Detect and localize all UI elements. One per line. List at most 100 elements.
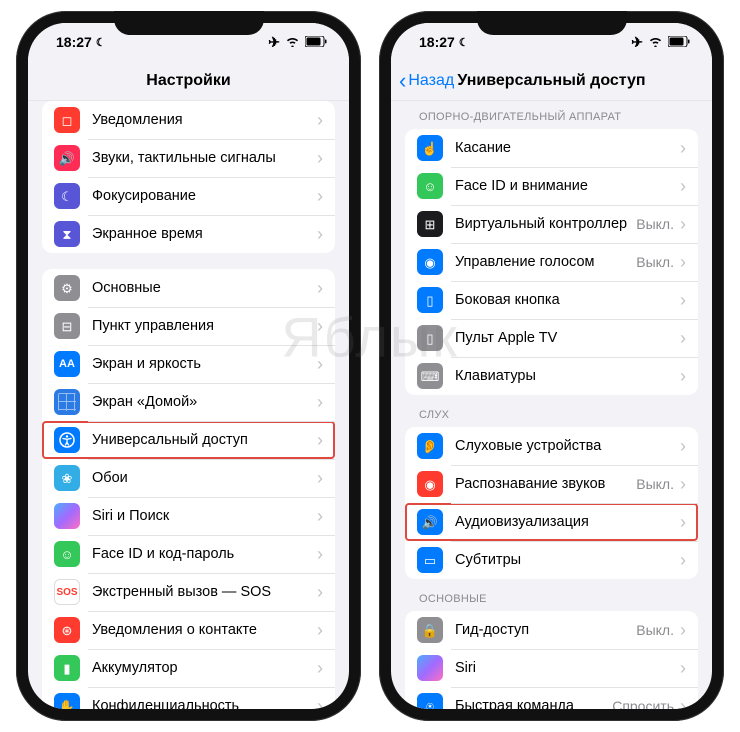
guided-access-icon: 🔒 — [417, 617, 443, 643]
airplane-icon: ✈ — [631, 34, 643, 51]
audio-visual-icon: 🔊 — [417, 509, 443, 535]
settings-group-2: ⚙ Основные › ⊟ Пункт управления › AA Экр… — [42, 269, 335, 709]
row-switch-control[interactable]: ⊞ Виртуальный контроллер Выкл. › — [405, 205, 698, 243]
row-label: Face ID и внимание — [455, 178, 680, 194]
chevron-right-icon: › — [317, 354, 323, 375]
row-value: Спросить — [612, 698, 674, 709]
chevron-right-icon: › — [317, 658, 323, 679]
row-label: Экранное время — [92, 226, 317, 242]
row-battery[interactable]: ▮ Аккумулятор › — [42, 649, 335, 687]
row-focus[interactable]: ☾ Фокусирование › — [42, 177, 335, 215]
row-label: Универсальный доступ — [92, 432, 317, 448]
row-touch[interactable]: ☝ Касание › — [405, 129, 698, 167]
row-notifications[interactable]: ◻ Уведомления › — [42, 101, 335, 139]
flower-icon: ❀ — [54, 465, 80, 491]
row-label: Пункт управления — [92, 318, 317, 334]
row-label: Гид-доступ — [455, 622, 636, 638]
row-accessibility[interactable]: Универсальный доступ › — [42, 421, 335, 459]
switch-icon: ⊞ — [417, 211, 443, 237]
back-button[interactable]: ‹ Назад — [399, 70, 454, 92]
group-hearing: 👂 Слуховые устройства › ◉ Распознавание … — [405, 427, 698, 579]
row-label: Пульт Apple TV — [455, 330, 680, 346]
faceid-icon: ☺ — [417, 173, 443, 199]
row-label: Боковая кнопка — [455, 292, 680, 308]
remote-icon: ▯ — [417, 325, 443, 351]
row-display[interactable]: AA Экран и яркость › — [42, 345, 335, 383]
speaker-icon: 🔊 — [54, 145, 80, 171]
row-label: Face ID и код-пароль — [92, 546, 317, 562]
chevron-right-icon: › — [680, 436, 686, 457]
wifi-icon — [285, 34, 300, 50]
row-audio-visual[interactable]: 🔊 Аудиовизуализация › — [405, 503, 698, 541]
wifi-icon — [648, 34, 663, 50]
row-general[interactable]: ⚙ Основные › — [42, 269, 335, 307]
row-label: Касание — [455, 140, 680, 156]
phone-left: 18:27 ☾ ✈ Настройки ◻ Уведомления — [16, 11, 361, 721]
chevron-right-icon: › — [680, 176, 686, 197]
settings-content[interactable]: ◻ Уведомления › 🔊 Звуки, тактильные сигн… — [28, 101, 349, 709]
row-exposure[interactable]: ⊛ Уведомления о контакте › — [42, 611, 335, 649]
page-title: Универсальный доступ — [457, 72, 645, 90]
aa-icon: AA — [54, 351, 80, 377]
row-label: Экстренный вызов — SOS — [92, 584, 317, 600]
chevron-right-icon: › — [317, 582, 323, 603]
row-accessibility-shortcut[interactable]: ⍟ Быстрая команда Спросить › — [405, 687, 698, 709]
row-siri-search[interactable]: Siri и Поиск › — [42, 497, 335, 535]
row-label: Быстрая команда — [455, 698, 612, 709]
chevron-right-icon: › — [317, 544, 323, 565]
chevron-right-icon: › — [680, 658, 686, 679]
faceid-icon: ☺ — [54, 541, 80, 567]
row-home-screen[interactable]: Экран «Домой» › — [42, 383, 335, 421]
row-value: Выкл. — [636, 254, 674, 270]
row-appletv-remote[interactable]: ▯ Пульт Apple TV › — [405, 319, 698, 357]
row-privacy[interactable]: ✋ Конфиденциальность › — [42, 687, 335, 709]
row-label: Распознавание звуков — [455, 476, 636, 492]
dnd-moon-icon: ☾ — [96, 36, 106, 49]
voice-icon: ◉ — [417, 249, 443, 275]
siri-icon — [417, 655, 443, 681]
hourglass-icon: ⧗ — [54, 221, 80, 247]
row-label: Аккумулятор — [92, 660, 317, 676]
accessibility-content[interactable]: ОПОРНО-ДВИГАТЕЛЬНЫЙ АППАРАТ ☝ Касание › … — [391, 101, 712, 709]
row-screen-time[interactable]: ⧗ Экранное время › — [42, 215, 335, 253]
row-voice-control[interactable]: ◉ Управление голосом Выкл. › — [405, 243, 698, 281]
notch — [114, 11, 264, 35]
accessibility-icon — [54, 427, 80, 453]
section-header-motor: ОПОРНО-ДВИГАТЕЛЬНЫЙ АППАРАТ — [405, 101, 698, 129]
row-guided-access[interactable]: 🔒 Гид-доступ Выкл. › — [405, 611, 698, 649]
row-label: Звуки, тактильные сигналы — [92, 150, 317, 166]
row-keyboards[interactable]: ⌨ Клавиатуры › — [405, 357, 698, 395]
row-label: Клавиатуры — [455, 368, 680, 384]
chevron-right-icon: › — [317, 468, 323, 489]
status-time: 18:27 — [419, 34, 455, 50]
row-faceid-attention[interactable]: ☺ Face ID и внимание › — [405, 167, 698, 205]
chevron-right-icon: › — [317, 110, 323, 131]
row-sos[interactable]: SOS Экстренный вызов — SOS › — [42, 573, 335, 611]
row-siri[interactable]: Siri › — [405, 649, 698, 687]
row-wallpaper[interactable]: ❀ Обои › — [42, 459, 335, 497]
chevron-left-icon: ‹ — [399, 70, 406, 92]
hand-icon: ✋ — [54, 693, 80, 709]
row-control-center[interactable]: ⊟ Пункт управления › — [42, 307, 335, 345]
row-label: Слуховые устройства — [455, 438, 680, 454]
battery-icon: ▮ — [54, 655, 80, 681]
chevron-right-icon: › — [680, 474, 686, 495]
row-label: Основные — [92, 280, 317, 296]
screen-left: 18:27 ☾ ✈ Настройки ◻ Уведомления — [28, 23, 349, 709]
airplane-icon: ✈ — [268, 34, 280, 51]
row-subtitles[interactable]: ▭ Субтитры › — [405, 541, 698, 579]
row-sound-recognition[interactable]: ◉ Распознавание звуков Выкл. › — [405, 465, 698, 503]
chevron-right-icon: › — [317, 278, 323, 299]
row-faceid[interactable]: ☺ Face ID и код-пароль › — [42, 535, 335, 573]
bell-icon: ◻ — [54, 107, 80, 133]
row-value: Выкл. — [636, 622, 674, 638]
row-sounds[interactable]: 🔊 Звуки, тактильные сигналы › — [42, 139, 335, 177]
chevron-right-icon: › — [680, 328, 686, 349]
chevron-right-icon: › — [680, 696, 686, 710]
chevron-right-icon: › — [680, 620, 686, 641]
row-hearing-devices[interactable]: 👂 Слуховые устройства › — [405, 427, 698, 465]
chevron-right-icon: › — [317, 316, 323, 337]
shortcut-icon: ⍟ — [417, 693, 443, 709]
row-side-button[interactable]: ▯ Боковая кнопка › — [405, 281, 698, 319]
exposure-icon: ⊛ — [54, 617, 80, 643]
